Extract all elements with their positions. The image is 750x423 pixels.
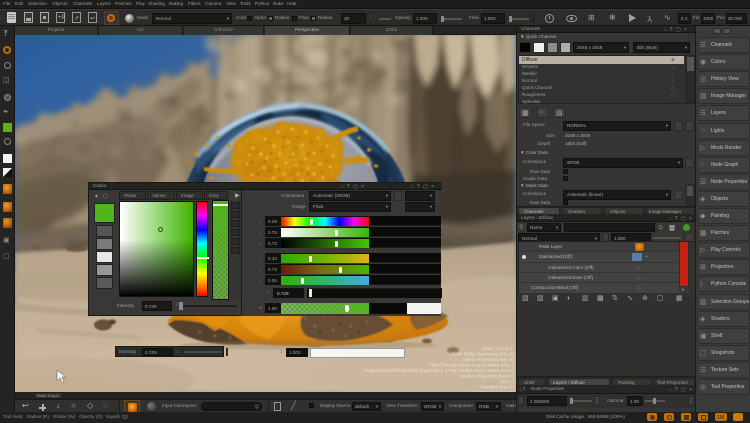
- svg-text:Projection On/Off Masking Togg: Projection On/Off Masking Toggle (Key .)…: [364, 368, 514, 373]
- svg-text:(Key /): (Key /): [500, 379, 514, 384]
- svg-text:Mirror Projection (Key M): Mirror Projection (Key M): [463, 357, 515, 362]
- svg-text:Paint Through Mode (Key U) Ma: Paint Through Mode (Key U) Mask (Key ,): [429, 363, 515, 368]
- svg-text:Painting (Key 9): Painting (Key 9): [481, 385, 514, 390]
- svg-text:Paint Buffer Symmetry (Key 2): Paint Buffer Symmetry (Key 2): [452, 352, 514, 357]
- svg-text:Quad 1 (Key Y): Quad 1 (Key Y): [482, 346, 514, 351]
- svg-text:Camera Projection (Key P): Camera Projection (Key P): [459, 374, 514, 379]
